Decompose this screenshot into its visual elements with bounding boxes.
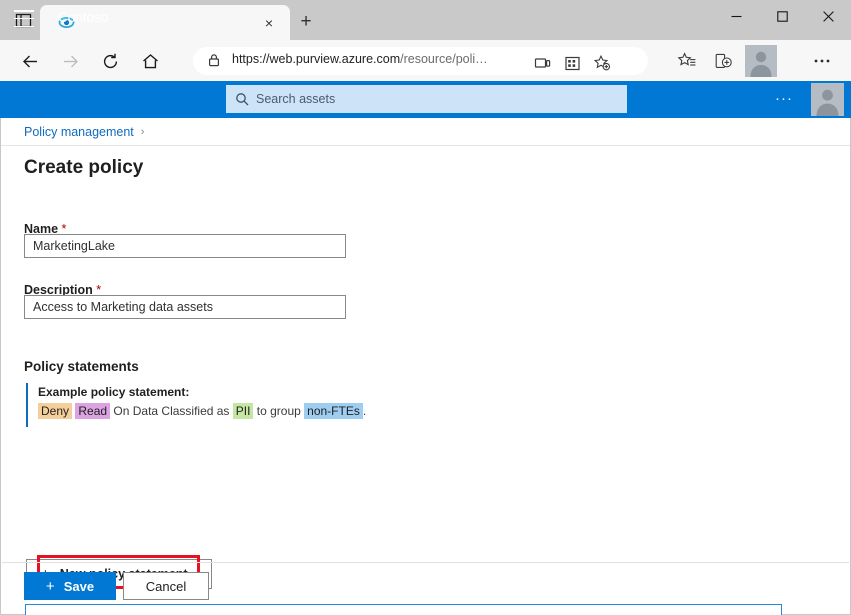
footer-divider	[2, 562, 849, 563]
header-more-icon[interactable]: ···	[775, 91, 793, 106]
settings-more-icon[interactable]	[810, 49, 834, 73]
search-icon	[235, 92, 249, 106]
example-chip-read: Read	[75, 403, 110, 419]
save-button-label: Save	[64, 579, 94, 594]
user-avatar[interactable]	[811, 83, 844, 116]
cast-device-icon[interactable]	[531, 52, 553, 74]
policy-statements-heading: Policy statements	[24, 359, 139, 374]
address-bar[interactable]: https://web.purview.azure.com/resource/p…	[193, 47, 648, 75]
page-title: Create policy	[24, 157, 143, 179]
example-statement-line: Deny Read On Data Classified as PII to g…	[38, 404, 406, 418]
hamburger-menu-icon[interactable]	[14, 10, 34, 27]
example-heading: Example policy statement:	[38, 385, 406, 399]
description-input[interactable]	[24, 295, 346, 319]
home-icon[interactable]	[138, 49, 162, 73]
breadcrumb: Policy management ›	[1, 118, 850, 146]
page-content: Policy management › Create policy Name *…	[0, 118, 851, 615]
close-window-button[interactable]	[805, 0, 851, 32]
reload-icon[interactable]	[98, 49, 122, 73]
add-favorite-star-icon[interactable]	[591, 52, 613, 74]
browser-window: × +	[0, 0, 851, 615]
browser-toolbar: https://web.purview.azure.com/resource/p…	[0, 40, 851, 81]
plus-icon: +	[46, 579, 55, 594]
cancel-button[interactable]: Cancel	[123, 572, 209, 600]
window-controls	[713, 0, 851, 40]
split-screen-icon[interactable]	[561, 52, 583, 74]
collections-icon[interactable]	[712, 49, 736, 73]
favorites-list-icon[interactable]	[675, 49, 699, 73]
save-button[interactable]: + Save	[24, 572, 116, 600]
example-text-2: to group	[253, 404, 304, 418]
policy-statement-row[interactable]: Set this Effect ▼ on this Action ▼ on th…	[25, 604, 782, 615]
chevron-right-icon: ›	[141, 126, 145, 138]
forward-arrow-icon	[58, 49, 82, 73]
url-path: /resource/poli…	[400, 52, 488, 66]
brand-label: Contoso	[58, 10, 108, 25]
name-input[interactable]	[24, 234, 346, 258]
minimize-button[interactable]	[713, 0, 759, 32]
back-arrow-icon[interactable]	[18, 49, 42, 73]
url-text[interactable]: https://web.purview.azure.com/resource/p…	[232, 52, 488, 66]
example-text-3: .	[363, 404, 366, 418]
example-chip-non-ftes: non-FTEs	[304, 403, 363, 419]
maximize-button[interactable]	[759, 0, 805, 32]
breadcrumb-item-policy-management[interactable]: Policy management	[24, 125, 134, 139]
new-tab-button[interactable]: +	[295, 10, 317, 32]
example-text-1: On Data Classified as	[110, 404, 233, 418]
close-tab-icon[interactable]: ×	[261, 15, 277, 31]
example-chip-pii: PII	[233, 403, 254, 419]
example-policy-statement: Example policy statement: Deny Read On D…	[26, 383, 406, 427]
example-chip-deny: Deny	[38, 403, 72, 419]
window-titlebar: × +	[0, 0, 851, 40]
url-domain: https://web.purview.azure.com	[232, 52, 400, 66]
profile-avatar[interactable]	[745, 45, 777, 77]
search-placeholder: Search assets	[256, 92, 335, 106]
lock-icon[interactable]	[207, 53, 223, 69]
